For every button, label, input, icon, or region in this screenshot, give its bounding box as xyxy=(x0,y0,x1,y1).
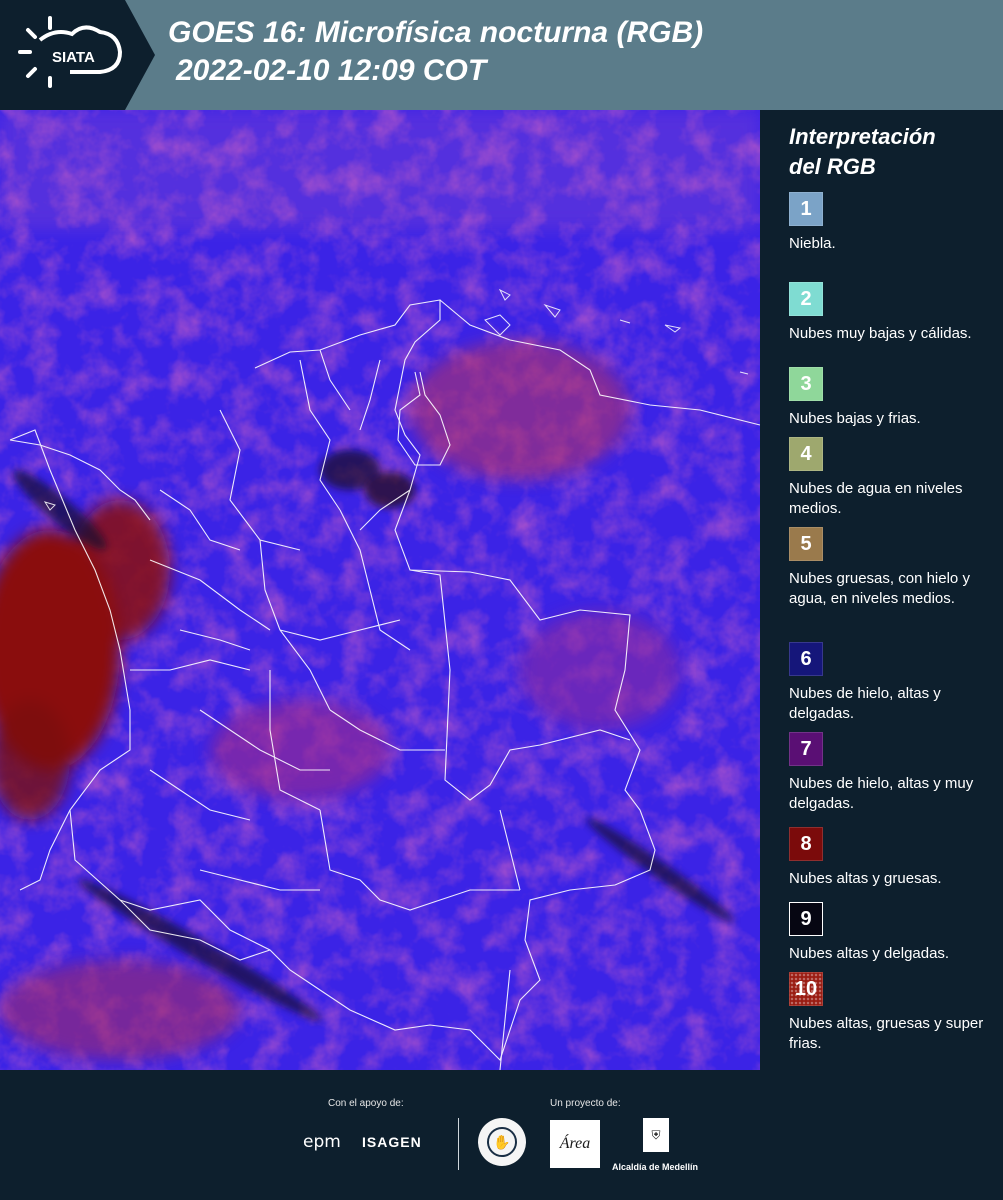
legend-swatch: 2 xyxy=(789,282,823,316)
legend-item-7: 7 Nubes de hielo, altas y muy delgadas. xyxy=(789,732,999,814)
satellite-map xyxy=(0,110,760,1070)
header-bar: SIATA GOES 16: Microfísica nocturna (RGB… xyxy=(0,0,1003,110)
legend-swatch: 4 xyxy=(789,437,823,471)
page-title: GOES 16: Microfísica nocturna (RGB) 2022… xyxy=(168,14,703,90)
legend-item-3: 3 Nubes bajas y frias. xyxy=(789,367,999,429)
footer-divider xyxy=(458,1118,459,1170)
area-metropolitana-logo: Área xyxy=(550,1120,600,1168)
legend-swatch: 10 xyxy=(789,972,823,1006)
legend-item-1: 1 Niebla. xyxy=(789,192,999,254)
siata-logo: SIATA xyxy=(0,0,155,110)
support-label: Con el apoyo de: xyxy=(328,1098,404,1109)
university-seal-logo: ✋ xyxy=(478,1118,526,1166)
legend-title-line-1: Interpretación xyxy=(789,124,936,149)
footer: Con el apoyo de: Un proyecto de: epm ISA… xyxy=(0,1070,1003,1200)
legend-swatch: 1 xyxy=(789,192,823,226)
siata-logo-text: SIATA xyxy=(52,49,95,66)
legend-item-6: 6 Nubes de hielo, altas y delgadas. xyxy=(789,642,999,724)
alcaldia-logo-text: Alcaldía de Medellín xyxy=(612,1162,699,1172)
legend-item-10: 10 Nubes altas, gruesas y super frias. xyxy=(789,972,999,1054)
alcaldia-shield-icon: ⛨ xyxy=(643,1118,669,1152)
legend-swatch: 7 xyxy=(789,732,823,766)
title-line-2: 2022-02-10 12:09 COT xyxy=(176,54,487,87)
legend-label: Nubes gruesas, con hielo y agua, en nive… xyxy=(789,570,970,607)
legend-label: Nubes bajas y frias. xyxy=(789,410,921,427)
legend-swatch: 6 xyxy=(789,642,823,676)
legend-label: Nubes de hielo, altas y muy delgadas. xyxy=(789,775,974,812)
legend-swatch: 9 xyxy=(789,902,823,936)
title-line-1: GOES 16: Microfísica nocturna (RGB) xyxy=(168,16,704,49)
legend-label: Nubes altas, gruesas y super frias. xyxy=(789,1015,984,1052)
legend-label: Nubes altas y delgadas. xyxy=(789,945,950,962)
project-label: Un proyecto de: xyxy=(550,1098,621,1109)
legend-item-5: 5 Nubes gruesas, con hielo y agua, en niv… xyxy=(789,527,999,609)
legend-title-line-2: del RGB xyxy=(789,154,876,179)
legend-swatch: 3 xyxy=(789,367,823,401)
legend-swatch: 8 xyxy=(789,827,823,861)
legend-label: Niebla. xyxy=(789,235,836,252)
legend-item-9: 9 Nubes altas y delgadas. xyxy=(789,902,999,964)
legend-label: Nubes altas y gruesas. xyxy=(789,870,942,887)
legend-label: Nubes de hielo, altas y delgadas. xyxy=(789,685,941,722)
legend-swatch: 5 xyxy=(789,527,823,561)
legend-label: Nubes de agua en niveles medios. xyxy=(789,480,963,517)
legend-item-2: 2 Nubes muy bajas y cálidas. xyxy=(789,282,999,344)
seal-icon: ✋ xyxy=(487,1127,517,1157)
isagen-logo: ISAGEN xyxy=(362,1134,422,1150)
legend-label: Nubes muy bajas y cálidas. xyxy=(789,325,972,342)
epm-logo: epm xyxy=(303,1132,341,1152)
legend-title: Interpretación del RGB xyxy=(789,122,936,182)
legend-item-4: 4 Nubes de agua en niveles medios. xyxy=(789,437,999,519)
rgb-legend: Interpretación del RGB 1 Niebla. 2 Nubes mu… xyxy=(760,110,1003,1070)
legend-item-8: 8 Nubes altas y gruesas. xyxy=(789,827,999,889)
